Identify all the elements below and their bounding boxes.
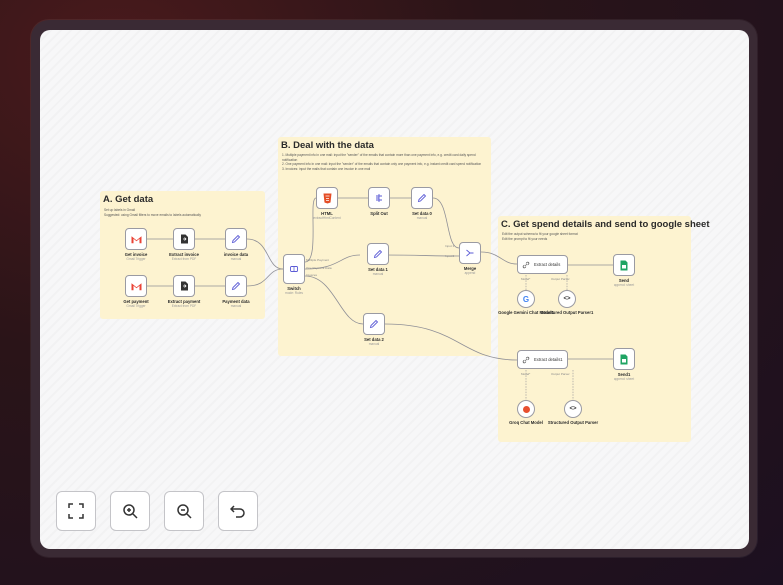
get-payment-node[interactable] — [125, 275, 147, 297]
port-label: Output Parser — [551, 372, 570, 376]
extract-from-file-icon — [180, 281, 188, 291]
node-sublabel: manual — [372, 272, 384, 276]
node-sublabel: extractHtmlContent — [313, 216, 341, 220]
connection — [304, 197, 317, 263]
node-label: Extract details1 — [534, 357, 563, 362]
set-data-0-node[interactable] — [411, 187, 433, 209]
code-icon: <> — [569, 406, 577, 412]
merge-icon — [466, 249, 474, 257]
link-icon — [522, 261, 530, 268]
switch-node[interactable] — [283, 254, 305, 284]
get-invoice-node[interactable] — [125, 228, 147, 250]
fit-view-icon — [68, 503, 84, 519]
connection — [384, 323, 518, 361]
input-label: Input 2 — [445, 254, 455, 258]
connection — [480, 251, 518, 265]
node-label: Extract details — [534, 262, 561, 267]
zoom-out-icon — [177, 504, 192, 519]
input-label: Input 1 — [445, 244, 455, 248]
output-parser2-node[interactable]: <> — [564, 400, 582, 418]
google-sheets-icon — [620, 260, 628, 270]
node-label: Split Out — [370, 211, 388, 216]
connection — [246, 268, 284, 287]
switch-icon — [290, 266, 298, 272]
html-icon — [323, 193, 331, 203]
google-sheets-icon — [620, 354, 628, 364]
node-sublabel: append: sheet — [613, 377, 635, 381]
send1-node[interactable] — [613, 348, 635, 370]
merge-node[interactable] — [459, 242, 481, 264]
zoom-in-icon — [123, 504, 138, 519]
connection — [432, 197, 460, 249]
invoice-data-node[interactable] — [225, 228, 247, 250]
node-sublabel: manual — [416, 216, 428, 220]
gmail-icon — [131, 235, 141, 243]
reset-zoom-button[interactable] — [218, 491, 258, 531]
node-label: Structured Output Parser1 — [540, 310, 594, 315]
code-icon: <> — [563, 296, 571, 302]
connection — [304, 275, 364, 325]
set-data-1-node[interactable] — [367, 243, 389, 265]
extract-details-node[interactable]: Extract details — [517, 255, 568, 274]
fit-view-button[interactable] — [56, 491, 96, 531]
zoom-out-button[interactable] — [164, 491, 204, 531]
output-label: One Payment Data — [306, 266, 332, 270]
send-node[interactable] — [613, 254, 635, 276]
node-sublabel: Gmail Trigger — [126, 304, 146, 308]
node-sublabel: manual — [230, 304, 242, 308]
extract-details1-node[interactable]: Extract details1 — [517, 350, 568, 369]
output-label: Multiple Payment — [306, 258, 330, 262]
pencil-icon — [231, 281, 241, 291]
extract-from-file-icon — [180, 234, 188, 244]
port-label: Output Parser — [551, 277, 570, 281]
html-node[interactable] — [316, 187, 338, 209]
groq-icon — [522, 405, 530, 413]
google-icon: G — [522, 294, 530, 304]
port-label: Model* — [521, 277, 531, 281]
workflow-canvas[interactable]: A. Get data Set up labels in Gmail Sugge… — [40, 30, 749, 549]
undo-icon — [230, 505, 245, 518]
pencil-icon — [373, 249, 383, 259]
output-parser1-node[interactable]: <> — [558, 290, 576, 308]
gmail-icon — [131, 282, 141, 290]
link-icon — [522, 356, 530, 363]
groq-model-node[interactable] — [517, 400, 535, 418]
node-sublabel: append — [464, 271, 476, 275]
payment-data-node[interactable] — [225, 275, 247, 297]
split-out-node[interactable] — [368, 187, 390, 209]
extract-payment-node[interactable] — [173, 275, 195, 297]
node-label: Structured Output Parser — [547, 420, 599, 425]
output-label: Invoices — [306, 273, 318, 277]
node-sublabel: Extract from PDF — [171, 257, 197, 261]
node-sublabel: manual — [230, 257, 242, 261]
node-sublabel: manual — [368, 342, 380, 346]
port-label: Model* — [521, 372, 531, 376]
pencil-icon — [417, 193, 427, 203]
extract-invoice-node[interactable] — [173, 228, 195, 250]
node-sublabel: append: sheet — [613, 283, 635, 287]
node-sublabel: Extract from PDF — [171, 304, 197, 308]
zoom-in-button[interactable] — [110, 491, 150, 531]
node-label: Groq Chat Model — [509, 420, 543, 425]
connection — [246, 238, 284, 270]
pencil-icon — [231, 234, 241, 244]
split-out-icon — [376, 194, 382, 202]
node-sublabel: Gmail Trigger — [126, 257, 146, 261]
pencil-icon — [369, 319, 379, 329]
node-sublabel: mode: Rules — [285, 291, 303, 295]
set-data-2-node[interactable] — [363, 313, 385, 335]
gemini-model-node[interactable]: G — [517, 290, 535, 308]
